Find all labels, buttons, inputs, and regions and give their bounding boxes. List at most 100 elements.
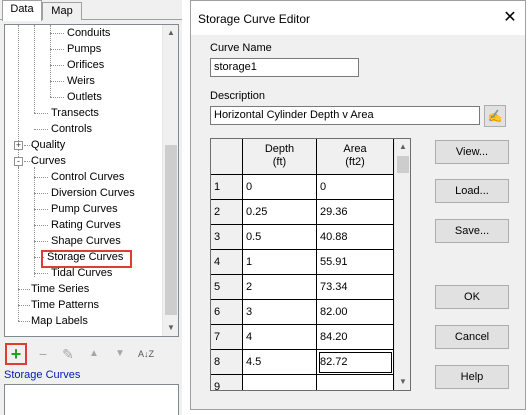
move-down-icon[interactable]: ▼ — [110, 344, 130, 364]
add-icon[interactable]: + — [5, 343, 27, 365]
area-cell[interactable]: 82.00 — [317, 300, 394, 325]
area-header-text: Area — [343, 143, 367, 155]
row-number: 1 — [211, 175, 243, 200]
depth-cell[interactable]: 0.5 — [243, 225, 317, 250]
area-cell[interactable] — [317, 375, 394, 390]
depth-cell[interactable]: 1 — [243, 250, 317, 275]
tree-item-label: Shape Curves — [51, 235, 121, 247]
scroll-up-icon[interactable]: ▲ — [395, 139, 410, 155]
scroll-thumb[interactable] — [165, 145, 177, 315]
area-cell[interactable]: 55.91 — [317, 250, 394, 275]
tree-item-time-series[interactable]: Time Series — [29, 281, 91, 297]
save-button[interactable]: Save... — [435, 219, 509, 243]
tree-item-label: Curves — [31, 155, 66, 167]
tree-item-conduits[interactable]: Conduits — [65, 25, 112, 41]
tree-connector — [34, 129, 48, 130]
scroll-down-icon[interactable]: ▼ — [163, 320, 178, 336]
tree-connector — [34, 241, 48, 242]
tree-item-label: Transects — [51, 107, 99, 119]
view-button[interactable]: View... — [435, 140, 509, 164]
scroll-thumb[interactable] — [397, 156, 409, 173]
depth-cell[interactable]: 2 — [243, 275, 317, 300]
tree-item-transects[interactable]: Transects — [49, 105, 101, 121]
tree-item-label: Pumps — [67, 43, 102, 55]
tree-connector — [34, 209, 48, 210]
grid-scrollbar[interactable]: ▲ ▼ — [394, 139, 410, 390]
tree-item-control-curves[interactable]: Control Curves — [49, 169, 126, 185]
delete-icon[interactable]: − — [33, 344, 53, 364]
area-cell[interactable]: 0 — [317, 175, 394, 200]
tree-connector — [34, 177, 48, 178]
depth-column-header: Depth (ft) — [243, 139, 317, 175]
row-number: 6 — [211, 300, 243, 325]
row-number: 9 — [211, 375, 243, 390]
depth-cell[interactable]: 0.25 — [243, 200, 317, 225]
tree-item-weirs[interactable]: Weirs — [65, 73, 97, 89]
close-icon[interactable]: ✕ — [501, 9, 519, 27]
tree-item-label: Rating Curves — [51, 219, 121, 231]
depth-cell[interactable]: 4 — [243, 325, 317, 350]
tree-connector — [34, 273, 48, 274]
notes-box — [4, 384, 179, 415]
scroll-down-icon[interactable]: ▼ — [395, 374, 410, 390]
tree-item-label: Outlets — [67, 91, 102, 103]
edit-icon[interactable]: ✎ — [58, 344, 78, 364]
cancel-button[interactable]: Cancel — [435, 325, 509, 349]
collapse-icon[interactable]: - — [14, 157, 23, 166]
curve-data-grid[interactable]: Depth (ft) Area (ft2) 1 0 0 2 0.25 29.36… — [210, 138, 411, 391]
area-cell[interactable]: 40.88 — [317, 225, 394, 250]
tree-item-label: Controls — [51, 123, 92, 135]
row-number: 8 — [211, 350, 243, 375]
tab-data[interactable]: Data — [2, 0, 42, 21]
storage-curve-editor-dialog: Storage Curve Editor ✕ Curve Name storag… — [190, 0, 526, 410]
dialog-title: Storage Curve Editor — [198, 12, 311, 26]
tree-guide-line — [50, 25, 51, 97]
tree-guide-line — [18, 167, 19, 321]
description-input[interactable]: Horizontal Cylinder Depth v Area — [210, 106, 480, 125]
area-cell-selected[interactable]: 82.72 — [317, 350, 394, 375]
ok-button[interactable]: OK — [435, 285, 509, 309]
tree-item-orifices[interactable]: Orifices — [65, 57, 106, 73]
depth-cell[interactable]: 3 — [243, 300, 317, 325]
scroll-up-icon[interactable]: ▲ — [163, 25, 178, 41]
tree-item-pump-curves[interactable]: Pump Curves — [49, 201, 120, 217]
area-cell[interactable]: 29.36 — [317, 200, 394, 225]
area-cell[interactable]: 73.34 — [317, 275, 394, 300]
tree-item-controls[interactable]: Controls — [49, 121, 94, 137]
area-cell[interactable]: 84.20 — [317, 325, 394, 350]
tree-item-label: Time Patterns — [31, 299, 100, 311]
help-button[interactable]: Help — [435, 365, 509, 389]
depth-cell[interactable]: 4.5 — [243, 350, 317, 375]
tree-item-outlets[interactable]: Outlets — [65, 89, 104, 105]
sort-icon[interactable]: A↓Z — [136, 344, 156, 364]
tree-guide-line — [34, 25, 35, 113]
tree-item-time-patterns[interactable]: Time Patterns — [29, 297, 101, 313]
browser-panel: Data Map Conduits Pumps Orifices Weirs O… — [0, 0, 182, 415]
object-tree[interactable]: Conduits Pumps Orifices Weirs Outlets Tr… — [4, 24, 179, 337]
tree-item-diversion-curves[interactable]: Diversion Curves — [49, 185, 137, 201]
depth-cell[interactable] — [243, 375, 317, 390]
area-unit-text: (ft2) — [345, 156, 365, 168]
tree-scrollbar[interactable]: ▲ ▼ — [162, 25, 178, 336]
tree-guide-line — [34, 167, 35, 277]
tree-item-curves[interactable]: Curves — [29, 153, 68, 169]
tree-item-label: Time Series — [31, 283, 90, 295]
tree-item-label: Pump Curves — [51, 203, 118, 215]
expand-icon[interactable]: + — [14, 141, 23, 150]
area-column-header: Area (ft2) — [317, 139, 394, 175]
browser-toolbar: + − ✎ ▲ ▼ A↓Z — [0, 342, 182, 366]
edit-description-icon[interactable]: ✍ — [484, 105, 506, 127]
curve-name-input[interactable]: storage1 — [210, 58, 359, 77]
depth-cell[interactable]: 0 — [243, 175, 317, 200]
tree-item-label: Control Curves — [51, 171, 125, 183]
move-up-icon[interactable]: ▲ — [84, 344, 104, 364]
tab-map[interactable]: Map — [42, 2, 82, 20]
tree-connector — [50, 49, 64, 50]
tree-item-map-labels[interactable]: Map Labels — [29, 313, 90, 329]
tree-item-quality[interactable]: Quality — [29, 137, 67, 153]
tree-item-pumps[interactable]: Pumps — [65, 41, 103, 57]
tree-item-rating-curves[interactable]: Rating Curves — [49, 217, 123, 233]
tree-item-shape-curves[interactable]: Shape Curves — [49, 233, 123, 249]
load-button[interactable]: Load... — [435, 179, 509, 203]
description-label: Description — [210, 90, 266, 102]
